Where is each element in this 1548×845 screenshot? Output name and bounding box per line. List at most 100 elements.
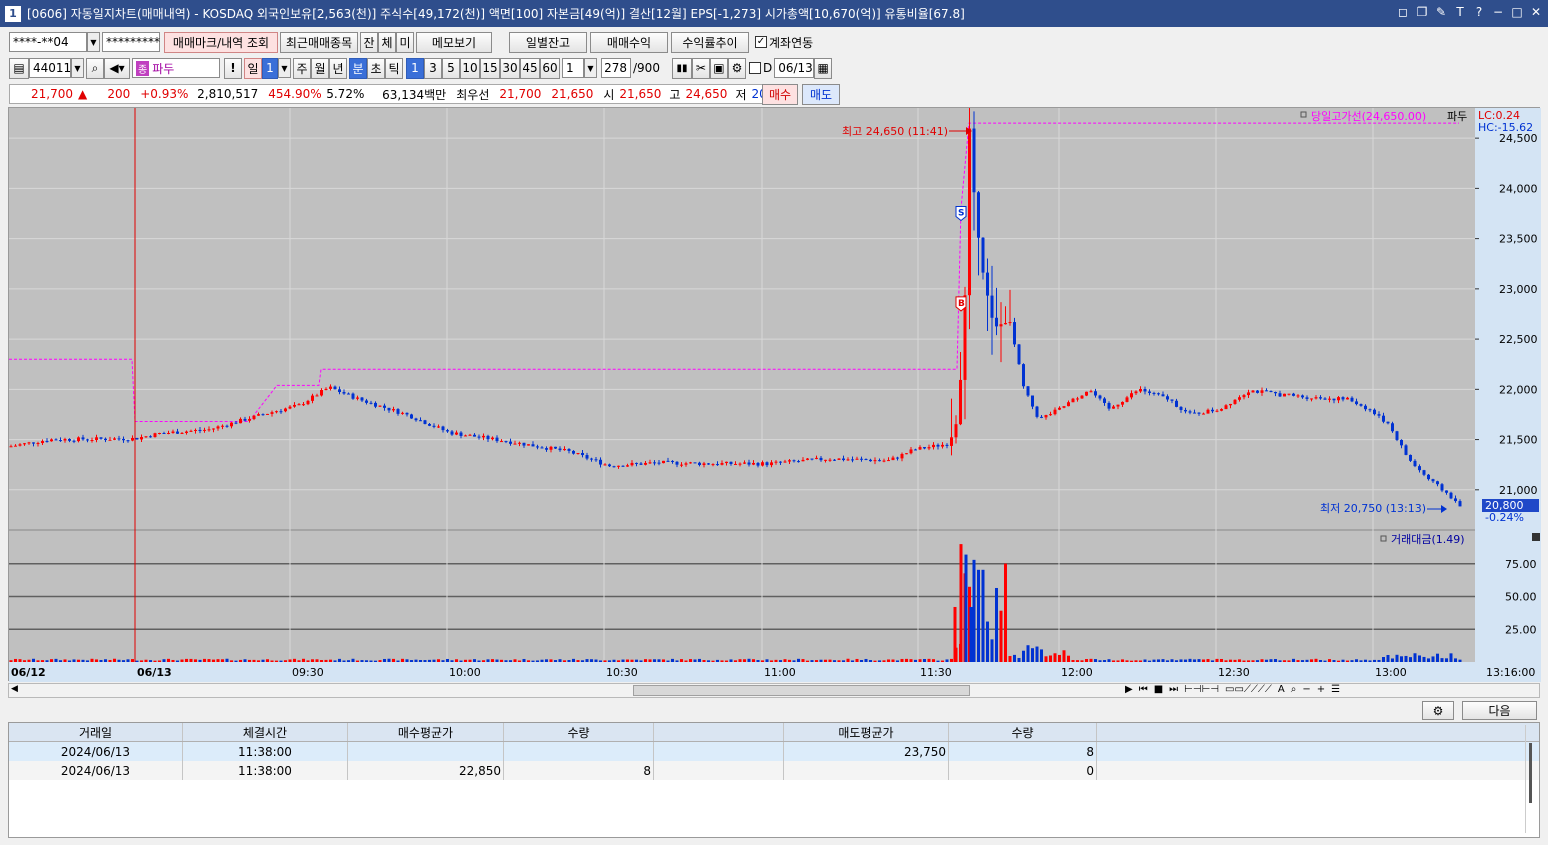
interval-30[interactable]: 30 bbox=[500, 57, 520, 79]
draw-tools-icon[interactable]: ▭▭⟋⟋⟋⟋ bbox=[1225, 684, 1272, 695]
zoom-out-icon[interactable]: − bbox=[1302, 684, 1310, 695]
zoom-in-icon[interactable]: + bbox=[1317, 684, 1325, 695]
font-icon[interactable]: T bbox=[1454, 5, 1466, 19]
scroll-right-icon[interactable]: ▶ bbox=[1125, 684, 1133, 695]
stop-icon[interactable]: ■ bbox=[1154, 684, 1163, 695]
gear-icon[interactable]: ⚙ bbox=[727, 57, 746, 79]
help-icon[interactable]: ? bbox=[1473, 5, 1485, 19]
date-field[interactable]: 06/13 bbox=[774, 58, 815, 78]
candle-body bbox=[360, 397, 364, 401]
volume-bar bbox=[396, 660, 400, 662]
pane-close-icon[interactable] bbox=[1532, 533, 1540, 541]
account-link-toggle[interactable]: ✓ 계좌연동 bbox=[755, 34, 813, 51]
tab-unexecuted[interactable]: 미 bbox=[396, 31, 414, 53]
menu-icon[interactable]: ☰ bbox=[1331, 684, 1340, 695]
period-day[interactable]: 일 bbox=[244, 57, 262, 79]
interval-15[interactable]: 15 bbox=[480, 57, 500, 79]
close-icon[interactable]: ✕ bbox=[1530, 5, 1542, 19]
volume-bar bbox=[1152, 659, 1156, 662]
volume-bar bbox=[419, 659, 422, 662]
rewind-icon[interactable]: ⏮ bbox=[1139, 684, 1148, 695]
unit-second[interactable]: 초 bbox=[367, 57, 385, 79]
candle-body bbox=[189, 430, 193, 432]
memo-button[interactable]: 메모보기 bbox=[416, 31, 492, 53]
volume-bar bbox=[455, 659, 458, 662]
buy-button[interactable]: 매수 bbox=[762, 84, 798, 105]
text-tool-icon[interactable]: A bbox=[1278, 684, 1285, 695]
forward-icon[interactable]: ⏭ bbox=[1169, 684, 1178, 695]
table-row[interactable]: 2024/06/13 11:38:00 22,850 8 0 bbox=[9, 761, 1539, 780]
account-dropdown-icon[interactable]: ▼ bbox=[87, 32, 100, 52]
mark-query-button[interactable]: 매매마크/내역 조회 bbox=[164, 31, 278, 53]
interval-45[interactable]: 45 bbox=[520, 57, 540, 79]
blank-cell bbox=[654, 742, 784, 761]
period-day-count[interactable]: 1 bbox=[262, 57, 278, 79]
layout-icon[interactable]: ▤ bbox=[9, 57, 29, 79]
zoom-ruler-icon[interactable]: ⊢⊣⊢⊣ bbox=[1184, 684, 1219, 695]
candle-body bbox=[1040, 416, 1043, 418]
password-field[interactable]: ********* bbox=[102, 32, 160, 52]
save-icon[interactable]: ▣ bbox=[709, 57, 728, 79]
period-week[interactable]: 주 bbox=[293, 57, 311, 79]
code-dropdown-icon[interactable]: ▼ bbox=[71, 58, 84, 78]
stock-legend: 파두 bbox=[1447, 110, 1467, 123]
speaker-icon[interactable]: ◀▾ bbox=[104, 57, 130, 79]
interval-1[interactable]: 1 bbox=[406, 57, 424, 79]
count-field[interactable]: 1 bbox=[562, 58, 584, 78]
scroll-left-icon[interactable]: ◀ bbox=[11, 684, 18, 694]
recent-stocks-button[interactable]: 최근매매종목 bbox=[280, 31, 358, 53]
account-field[interactable]: ****-**04 bbox=[9, 32, 87, 52]
candle-body bbox=[1224, 405, 1228, 410]
candle-body bbox=[1134, 391, 1138, 394]
stock-code-field[interactable]: 440110 bbox=[29, 58, 79, 78]
interval-5[interactable]: 5 bbox=[442, 57, 460, 79]
candle-body bbox=[1256, 390, 1259, 393]
count-dropdown-icon[interactable]: ▼ bbox=[584, 58, 597, 78]
unit-tick[interactable]: 틱 bbox=[385, 57, 403, 79]
interval-10[interactable]: 10 bbox=[460, 57, 480, 79]
table-scrollbar[interactable] bbox=[1525, 725, 1535, 833]
volume-bar bbox=[549, 659, 553, 662]
table-scroll-thumb[interactable] bbox=[1529, 743, 1532, 803]
range-field[interactable]: 278 bbox=[601, 58, 631, 78]
return-trend-button[interactable]: 수익률추이 bbox=[671, 31, 749, 53]
tab-executed[interactable]: 체 bbox=[378, 31, 396, 53]
chart-area[interactable]: S B 24,500 24,000 23,500 23,000 22,500 22,000 2… bbox=[8, 106, 1541, 682]
period-dropdown-icon[interactable]: ▼ bbox=[278, 58, 291, 78]
interval-60[interactable]: 60 bbox=[540, 57, 560, 79]
next-button[interactable]: 다음 bbox=[1462, 701, 1537, 720]
indicator-icon[interactable]: ▮▮ bbox=[671, 57, 692, 79]
period-year[interactable]: 년 bbox=[329, 57, 347, 79]
dock-icon[interactable]: ◻ bbox=[1397, 5, 1409, 19]
candle-body bbox=[369, 402, 373, 404]
interval-3[interactable]: 3 bbox=[424, 57, 442, 79]
sell-button[interactable]: 매도 bbox=[802, 84, 840, 105]
candle-body bbox=[1031, 395, 1034, 407]
maximize-icon[interactable]: □ bbox=[1511, 5, 1523, 19]
checkbox-checked-icon[interactable]: ✓ bbox=[755, 36, 767, 48]
minimize-icon[interactable]: − bbox=[1492, 5, 1504, 19]
table-row[interactable]: 2024/06/13 11:38:00 23,750 8 bbox=[9, 742, 1539, 761]
tools-icon[interactable]: ✂ bbox=[691, 57, 710, 79]
candle-body bbox=[315, 395, 319, 397]
unit-minute[interactable]: 분 bbox=[349, 57, 367, 79]
volume-bar bbox=[1053, 653, 1057, 662]
candle-body bbox=[1107, 402, 1111, 409]
search-icon[interactable]: ⌕ bbox=[86, 57, 104, 79]
tab-balance[interactable]: 잔 bbox=[360, 31, 378, 53]
price-chart-svg[interactable]: S B 24,500 24,000 23,500 23,000 22,500 22,000 2… bbox=[9, 106, 1541, 682]
pin-icon[interactable]: ✎ bbox=[1435, 5, 1447, 19]
trade-profit-button[interactable]: 매매수익 bbox=[590, 31, 668, 53]
d-checkbox[interactable] bbox=[748, 62, 761, 74]
settings-gear-icon[interactable]: ⚙ bbox=[1422, 701, 1454, 720]
calendar-icon[interactable]: ▦ bbox=[814, 57, 833, 79]
restore-icon[interactable]: ❐ bbox=[1416, 5, 1428, 19]
scroll-thumb[interactable] bbox=[633, 685, 970, 696]
stock-name-field[interactable]: 종 파두 bbox=[132, 58, 220, 78]
daily-balance-button[interactable]: 일별잔고 bbox=[509, 31, 587, 53]
period-month[interactable]: 월 bbox=[311, 57, 329, 79]
zoom-icon[interactable]: ⌕ bbox=[1291, 684, 1297, 695]
candle-body bbox=[230, 422, 233, 427]
chart-scrollbar[interactable]: ◀ ▶ ⏮ ■ ⏭ ⊢⊣⊢⊣ ▭▭⟋⟋⟋⟋ A ⌕ − + ☰ bbox=[8, 683, 1540, 698]
alert-icon[interactable]: ! bbox=[224, 57, 242, 79]
